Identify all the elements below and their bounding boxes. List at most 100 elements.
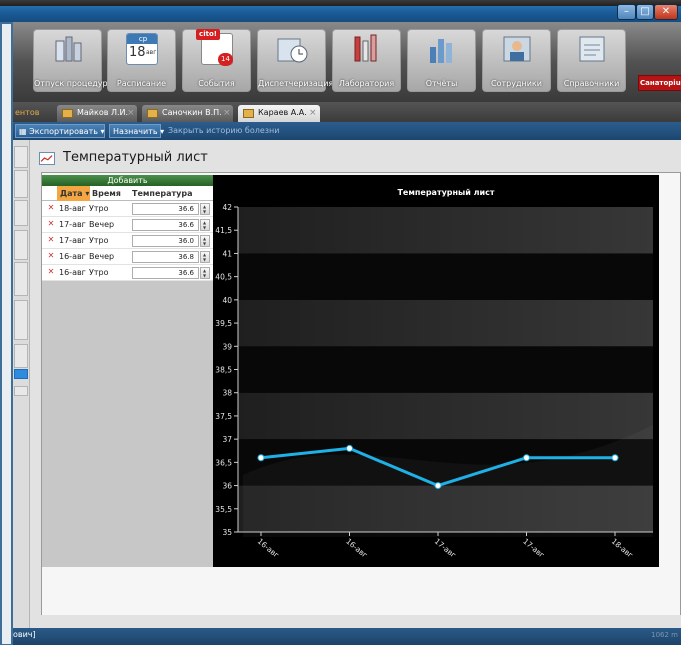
stepper-down-icon[interactable]: ▼ — [203, 209, 206, 214]
y-tick-label: 42 — [222, 203, 232, 212]
temperature-input[interactable]: 36.0 — [132, 235, 199, 247]
temperature-stepper[interactable]: ▲ ▼ — [200, 219, 210, 231]
y-tick-label: 38 — [222, 389, 232, 398]
assign-label: Назначить — [113, 127, 158, 136]
sidebar-item[interactable] — [14, 200, 28, 226]
patient-card-icon — [147, 109, 158, 118]
assign-button[interactable]: Назначить ▾ — [109, 124, 164, 138]
cell-date: 17-авг — [59, 220, 86, 229]
ribbon-button-label: Диспетчеризация — [258, 79, 334, 88]
patient-card-icon — [243, 109, 254, 118]
grid-band — [238, 207, 653, 254]
calendar-weekday: ср — [127, 34, 157, 44]
sort-arrow-icon: ▾ — [82, 189, 90, 198]
delete-row-icon[interactable]: ✕ — [46, 203, 56, 213]
column-header-date[interactable]: Дата ▾ — [57, 186, 90, 201]
calendar-day: 18 — [129, 45, 146, 60]
background-window-content — [2, 24, 11, 644]
temperature-input[interactable]: 36.6 — [132, 219, 199, 231]
sidebar-item[interactable] — [14, 386, 28, 396]
temperature-input[interactable]: 36.8 — [132, 251, 199, 263]
y-tick-label: 40 — [222, 296, 232, 305]
close-button[interactable]: ✕ — [654, 4, 678, 20]
patient-card-icon — [62, 109, 73, 118]
table-row[interactable]: ✕ 17-авг Утро 36.0 ▲ ▼ — [42, 233, 213, 249]
cell-time: Вечер — [89, 220, 115, 229]
ribbon-button-label: Справочники — [563, 79, 620, 88]
ribbon-button-dispatch[interactable]: Диспетчеризация — [257, 29, 334, 92]
status-memory: 1062 m — [651, 631, 678, 639]
tab-maykov[interactable]: Майков Л.И. × — [57, 105, 137, 122]
ribbon-button-label: Сотрудники — [491, 79, 542, 88]
sidebar-item-selected[interactable] — [14, 369, 28, 379]
window-titlebar: – □ ✕ — [0, 0, 681, 22]
delete-row-icon[interactable]: ✕ — [46, 251, 56, 261]
temperature-stepper[interactable]: ▲ ▼ — [200, 203, 210, 215]
table-row[interactable]: ✕ 18-авг Утро 36.6 ▲ ▼ — [42, 201, 213, 217]
temperature-stepper[interactable]: ▲ ▼ — [200, 267, 210, 279]
ribbon-button-laboratory[interactable]: Лаборатория — [332, 29, 401, 92]
y-tick-label: 39 — [222, 342, 232, 351]
titlebar-top-strip — [0, 0, 681, 6]
table-row[interactable]: ✕ 16-авг Вечер 36.8 ▲ ▼ — [42, 249, 213, 265]
sanatorium-badge: Санаторium — [638, 75, 681, 91]
temperature-panel: Добавить Дата ▾ Время Температура ✕ 18-ав… — [41, 172, 681, 615]
ribbon-button-reports[interactable]: Отчёты — [407, 29, 476, 92]
delete-row-icon[interactable]: ✕ — [46, 219, 56, 229]
minimize-button[interactable]: – — [617, 4, 636, 20]
ribbon-button-procedures[interactable]: Отпуск процедур — [33, 29, 108, 92]
x-tick-label: 16-авг — [256, 537, 281, 560]
table-row[interactable]: ✕ 16-авг Утро 36.6 ▲ ▼ — [42, 265, 213, 281]
stepper-down-icon[interactable]: ▼ — [203, 241, 206, 246]
ribbon-button-label: Отпуск процедур — [34, 79, 108, 88]
stepper-down-icon[interactable]: ▼ — [203, 273, 206, 278]
sidebar-item[interactable] — [14, 146, 28, 168]
grid-band — [238, 392, 653, 440]
grid-band — [238, 299, 653, 347]
y-tick-label: 36 — [222, 482, 232, 491]
stepper-down-icon[interactable]: ▼ — [203, 257, 206, 262]
stepper-down-icon[interactable]: ▼ — [203, 225, 206, 230]
tab-close-icon[interactable]: × — [309, 105, 317, 121]
ribbon-button-reference[interactable]: Справочники — [557, 29, 626, 92]
add-button[interactable]: Добавить — [42, 175, 213, 186]
cell-time: Утро — [89, 204, 109, 213]
sidebar-item[interactable] — [14, 300, 28, 340]
tab-close-icon[interactable]: × — [127, 105, 135, 121]
cell-date: 16-авг — [59, 268, 86, 277]
close-history-button[interactable]: Закрыть историю болезни — [165, 124, 285, 138]
temperature-input[interactable]: 36.6 — [132, 203, 199, 215]
grid-band — [238, 346, 653, 393]
temperature-stepper[interactable]: ▲ ▼ — [200, 235, 210, 247]
sidebar-item[interactable] — [14, 230, 28, 260]
tab-sanochkin[interactable]: Саночкин В.П. × — [142, 105, 233, 122]
reference-icon — [579, 36, 605, 62]
ribbon-button-schedule[interactable]: ср 18 авг Расписание — [107, 29, 176, 92]
sidebar-item[interactable] — [14, 170, 28, 198]
y-axis-ticks: 35 35,5 36 36,5 37 37,5 38 38,5 39 39,5 40 40,5 41 41… — [215, 203, 238, 537]
column-header-time[interactable]: Время — [92, 186, 121, 201]
delete-row-icon[interactable]: ✕ — [46, 235, 56, 245]
x-tick-label: 17-авг — [521, 537, 546, 560]
ribbon-button-label: Отчёты — [425, 79, 458, 88]
temperature-input[interactable]: 36.6 — [132, 267, 199, 279]
delete-row-icon[interactable]: ✕ — [46, 267, 56, 277]
lab-icon — [354, 34, 377, 62]
temperature-stepper[interactable]: ▲ ▼ — [200, 251, 210, 263]
ribbon-button-staff[interactable]: Сотрудники — [482, 29, 551, 92]
table-row[interactable]: ✕ 17-авг Вечер 36.6 ▲ ▼ — [42, 217, 213, 233]
clock-icon — [277, 38, 308, 63]
sidebar-item[interactable] — [14, 344, 28, 368]
tab-label: Майков Л.И. — [77, 108, 129, 117]
bar-chart-icon — [430, 39, 452, 63]
tab-truncated[interactable]: ентов — [13, 105, 49, 122]
maximize-button[interactable]: □ — [636, 4, 654, 20]
column-header-temperature[interactable]: Температура — [132, 186, 192, 201]
temperature-grid: Добавить Дата ▾ Время Температура ✕ 18-ав… — [42, 175, 213, 567]
y-tick-label: 38,5 — [215, 366, 232, 375]
export-button[interactable]: ▦ Экспортировать ▾ — [15, 124, 105, 138]
ribbon-button-events[interactable]: cito! 14 События — [182, 29, 251, 92]
tab-close-icon[interactable]: × — [223, 105, 231, 121]
tab-karaev[interactable]: Караев А.А. × — [238, 105, 320, 122]
sidebar-item[interactable] — [14, 262, 28, 296]
